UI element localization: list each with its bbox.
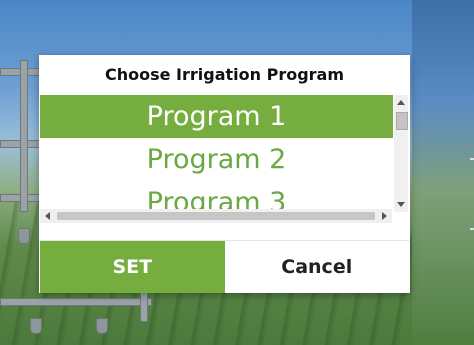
chevron-up-icon[interactable]: [397, 100, 405, 105]
divider: [470, 158, 474, 160]
program-list-viewport[interactable]: Program 1 Program 2 Program 3: [40, 95, 393, 212]
irrigation-pipe: [0, 298, 152, 306]
chevron-down-icon[interactable]: [397, 202, 405, 207]
sprinkler-nozzle-icon: [30, 318, 42, 334]
sprinkler-nozzle-icon: [96, 318, 108, 334]
irrigation-program-dialog: Choose Irrigation Program Program 1 Prog…: [39, 55, 410, 293]
program-item-1[interactable]: Program 1: [40, 95, 393, 138]
chevron-right-icon[interactable]: [382, 212, 387, 220]
chevron-left-icon[interactable]: [45, 212, 50, 220]
irrigation-pipe: [140, 290, 148, 322]
vertical-scroll-thumb[interactable]: [396, 112, 408, 130]
vertical-scrollbar[interactable]: [394, 95, 408, 212]
dialog-button-row: SET Cancel: [40, 240, 409, 293]
set-button[interactable]: SET: [40, 241, 225, 293]
horizontal-scroll-thumb[interactable]: [57, 212, 375, 220]
divider: [470, 228, 474, 230]
background-panel: [412, 0, 474, 345]
horizontal-scrollbar[interactable]: [40, 209, 392, 223]
program-item-3[interactable]: Program 3: [40, 181, 393, 212]
program-item-2[interactable]: Program 2: [40, 138, 393, 181]
cancel-button[interactable]: Cancel: [224, 241, 409, 293]
sprinkler-nozzle-icon: [18, 228, 30, 244]
irrigation-pipe: [20, 60, 28, 212]
dialog-title: Choose Irrigation Program: [104, 64, 345, 84]
